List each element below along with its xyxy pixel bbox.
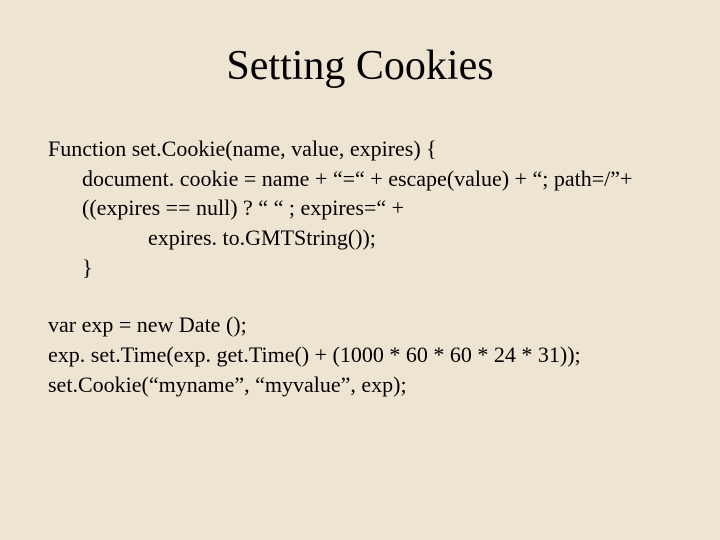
spacer (48, 282, 672, 310)
code-line-2: ((expires == null) ? “ “ ; expires=“ + (48, 193, 672, 223)
code-line-1: document. cookie = name + “=“ + escape(v… (48, 164, 672, 194)
usage-line-1: var exp = new Date (); (48, 310, 672, 340)
slide: Setting Cookies Function set.Cookie(name… (0, 0, 720, 540)
code-line-3: expires. to.GMTString()); (48, 223, 672, 253)
code-fn-decl: Function set.Cookie(name, value, expires… (48, 134, 672, 164)
usage-line-2: exp. set.Time(exp. get.Time() + (1000 * … (48, 340, 672, 370)
slide-title: Setting Cookies (48, 42, 672, 90)
slide-body: Function set.Cookie(name, value, expires… (48, 134, 672, 400)
code-close: } (48, 253, 672, 283)
usage-line-3: set.Cookie(“myname”, “myvalue”, exp); (48, 370, 672, 400)
